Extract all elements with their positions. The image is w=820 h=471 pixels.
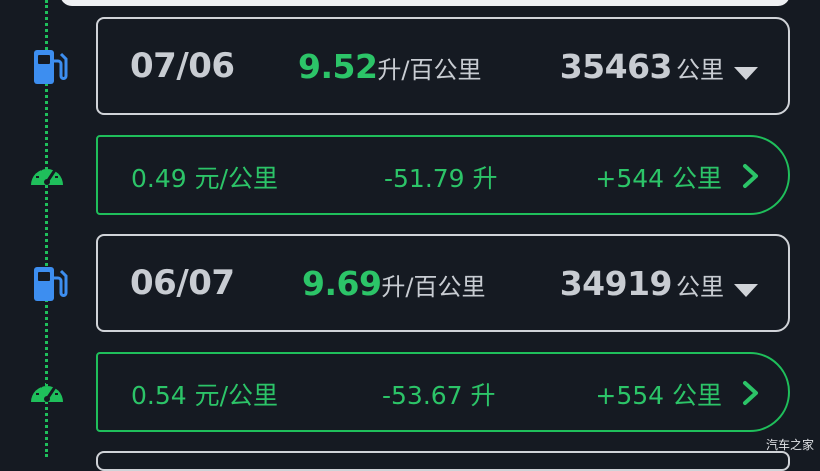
odometer-value: 34919	[559, 264, 673, 303]
fuel-pump-icon	[32, 47, 68, 91]
interval-summary-card[interactable]: 0.54 元/公里 -53.67 升 +554 公里	[96, 352, 790, 432]
consumption-unit: 升/百公里	[381, 273, 486, 301]
previous-card-edge	[60, 0, 790, 6]
distance-delta: +544 公里	[595, 164, 722, 193]
chevron-right-icon[interactable]	[742, 163, 760, 193]
consumption-value: 9.69	[302, 264, 382, 303]
watermark: 汽车之家	[765, 438, 814, 452]
fuel-consumption: 9.52升/百公里	[298, 47, 482, 86]
interval-summary-card[interactable]: 0.49 元/公里 -51.79 升 +544 公里	[96, 135, 790, 215]
odometer: 34919 公里	[560, 264, 724, 303]
refuel-record-card[interactable]: 06/07 9.69升/百公里 34919 公里	[96, 234, 790, 332]
refuel-record-card[interactable]: 07/06 9.52升/百公里 35463 公里	[96, 17, 790, 115]
chevron-down-icon[interactable]	[734, 284, 758, 297]
cost-per-km: 0.54 元/公里	[131, 381, 279, 410]
fuel-consumption: 9.69升/百公里	[302, 264, 486, 303]
odometer: 35463 公里	[560, 47, 724, 86]
chevron-right-icon[interactable]	[742, 380, 760, 410]
fuel-delta: -51.79 升	[384, 164, 498, 193]
next-record-card-edge	[96, 451, 790, 471]
distance-delta: +554 公里	[595, 381, 722, 410]
consumption-unit: 升/百公里	[377, 56, 482, 84]
chevron-down-icon[interactable]	[734, 67, 758, 80]
speedometer-icon	[28, 157, 66, 195]
odometer-value: 35463	[559, 47, 673, 86]
record-date: 07/06	[130, 46, 235, 86]
odometer-unit: 公里	[676, 273, 724, 301]
speedometer-icon	[28, 374, 66, 412]
odometer-unit: 公里	[676, 56, 724, 84]
cost-per-km: 0.49 元/公里	[131, 164, 279, 193]
fuel-pump-icon	[32, 264, 68, 308]
fuel-delta: -53.67 升	[382, 381, 496, 410]
record-date: 06/07	[130, 263, 235, 303]
consumption-value: 9.52	[298, 47, 378, 86]
